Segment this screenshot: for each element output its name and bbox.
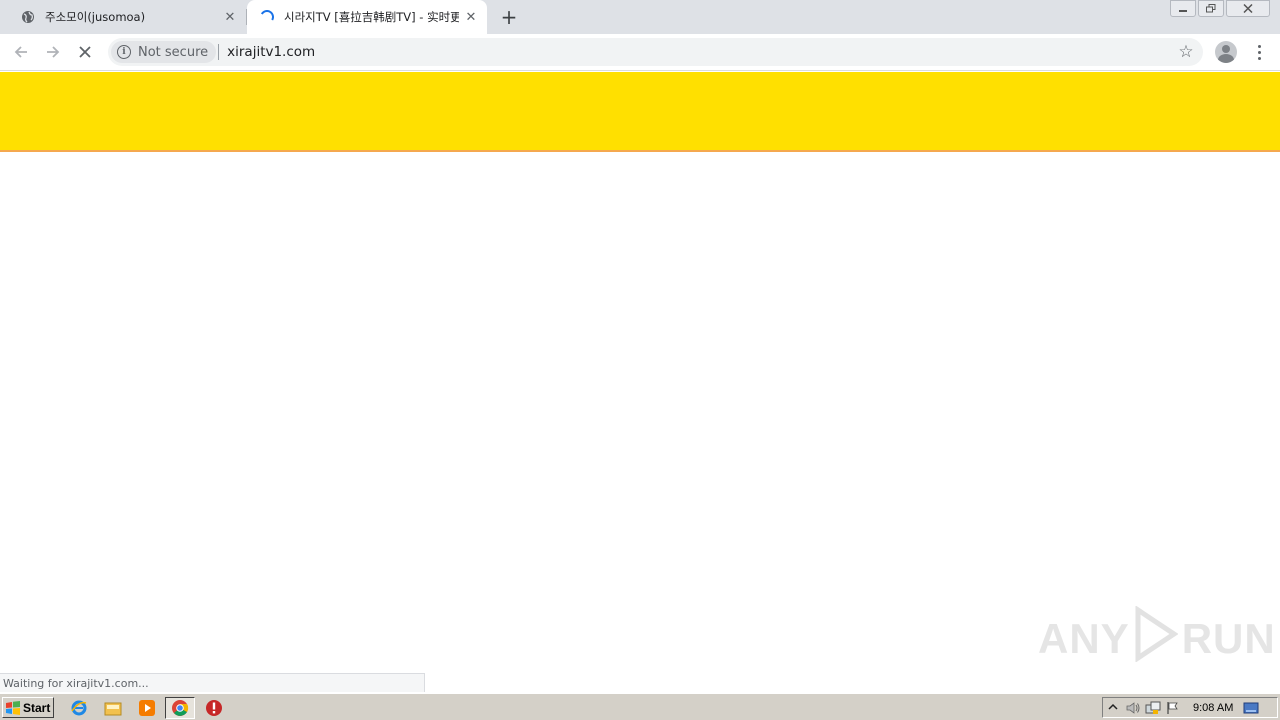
omnibox-separator bbox=[218, 44, 220, 60]
system-tray: 9:08 AM bbox=[1102, 697, 1278, 718]
windows-logo-icon bbox=[5, 700, 21, 716]
tab-title: 시라지TV [喜拉吉韩剧TV] - 实时更新 bbox=[284, 10, 459, 24]
chrome-taskbar-icon[interactable] bbox=[165, 697, 195, 719]
show-desktop-icon[interactable] bbox=[1241, 700, 1261, 716]
volume-icon[interactable] bbox=[1123, 700, 1143, 716]
action-center-flag-icon[interactable] bbox=[1163, 700, 1183, 716]
window-controls bbox=[1170, 0, 1270, 18]
tab-jusomoa[interactable]: 주소모이(jusomoa) ✕ bbox=[8, 0, 246, 34]
watermark-right: RUN bbox=[1181, 615, 1276, 662]
globe-icon bbox=[20, 9, 36, 25]
new-tab-button[interactable]: + bbox=[498, 5, 520, 29]
close-icon[interactable]: ✕ bbox=[463, 9, 479, 25]
security-chip[interactable]: i Not secure bbox=[111, 41, 217, 63]
loading-spinner-icon bbox=[259, 9, 275, 25]
security-label: Not secure bbox=[138, 44, 209, 60]
close-icon[interactable]: ✕ bbox=[222, 9, 238, 25]
media-player-icon[interactable] bbox=[136, 697, 158, 719]
start-label: Start bbox=[23, 700, 51, 715]
file-explorer-icon[interactable] bbox=[102, 697, 124, 719]
minimize-button[interactable] bbox=[1170, 0, 1196, 17]
browser-menu-button[interactable] bbox=[1250, 40, 1268, 64]
address-bar[interactable]: i Not secure xirajitv1.com ☆ bbox=[108, 38, 1203, 66]
profile-avatar[interactable] bbox=[1215, 41, 1237, 63]
tab-title: 주소모이(jusomoa) bbox=[45, 10, 146, 24]
anyrun-watermark: ANY RUN bbox=[1038, 605, 1275, 672]
stop-loading-button[interactable] bbox=[73, 40, 97, 64]
play-icon bbox=[1134, 605, 1179, 672]
internet-explorer-icon[interactable] bbox=[68, 697, 90, 719]
clock[interactable]: 9:08 AM bbox=[1193, 702, 1233, 714]
info-icon: i bbox=[117, 45, 131, 59]
tab-strip: 주소모이(jusomoa) ✕ 시라지TV [喜拉吉韩剧TV] - 实时更新 ✕… bbox=[0, 0, 1280, 34]
window-close-button[interactable] bbox=[1226, 0, 1270, 17]
forward-button[interactable] bbox=[41, 40, 65, 64]
show-hidden-icons-icon[interactable] bbox=[1103, 700, 1123, 716]
status-bubble: Waiting for xirajitv1.com... bbox=[0, 673, 425, 692]
start-button[interactable]: Start bbox=[2, 697, 54, 718]
watermark-left: ANY bbox=[1038, 615, 1130, 662]
url-text[interactable]: xirajitv1.com bbox=[227, 44, 1175, 60]
network-icon[interactable] bbox=[1143, 700, 1163, 716]
browser-toolbar: i Not secure xirajitv1.com ☆ bbox=[0, 34, 1280, 71]
page-header-banner bbox=[0, 72, 1280, 152]
back-button[interactable] bbox=[9, 40, 33, 64]
bookmark-star-icon[interactable]: ☆ bbox=[1175, 41, 1197, 63]
taskbar: Start 9:08 AM bbox=[0, 693, 1280, 720]
restore-button[interactable] bbox=[1198, 0, 1224, 17]
alert-app-icon[interactable] bbox=[203, 697, 225, 719]
tab-xirajitv[interactable]: 시라지TV [喜拉吉韩剧TV] - 实时更新 ✕ bbox=[247, 0, 487, 34]
